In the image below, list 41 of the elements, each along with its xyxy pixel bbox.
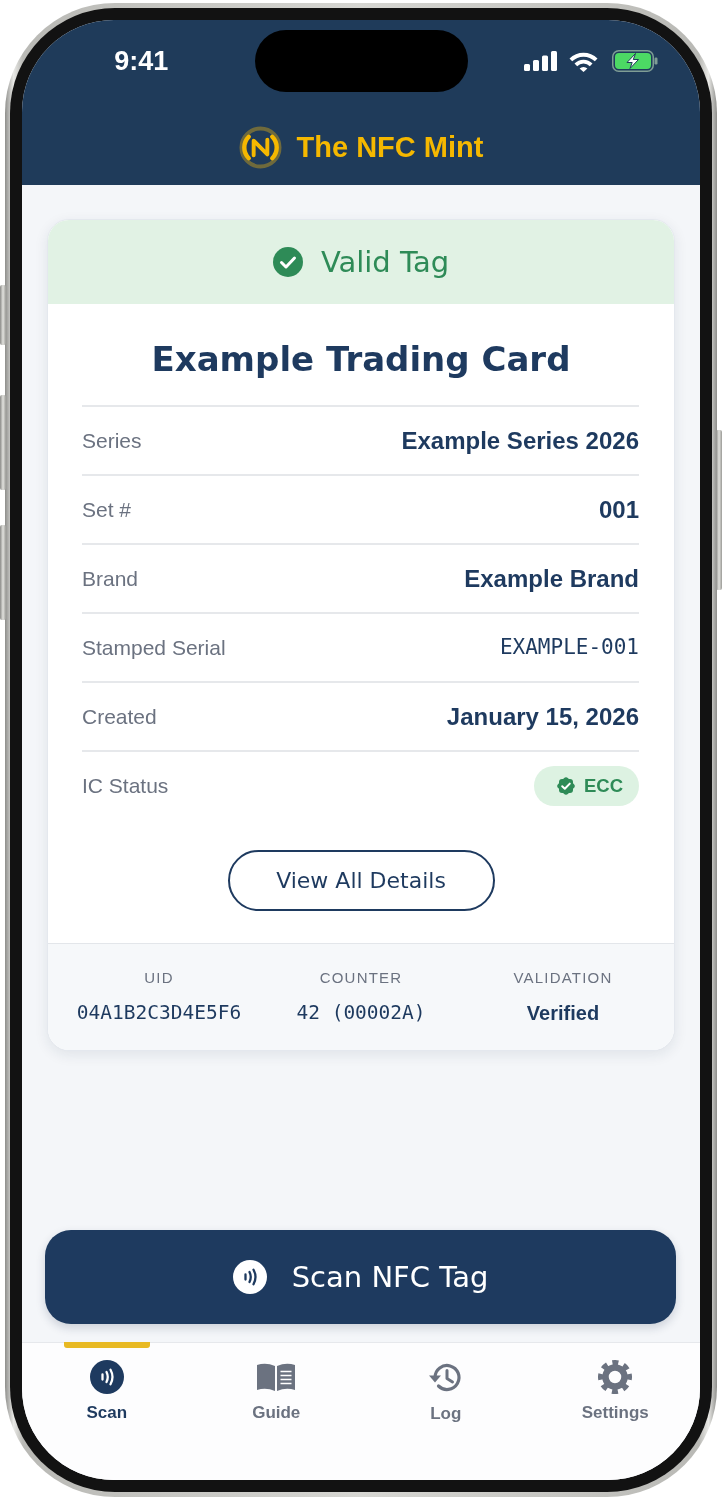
side-button[interactable] — [0, 525, 6, 620]
side-button[interactable] — [0, 395, 6, 490]
summary-value: 42 (00002A) — [296, 1000, 426, 1026]
tab-item[interactable]: Log — [361, 1343, 531, 1423]
field-label: Created — [82, 703, 157, 730]
field-value: Example Brand — [464, 564, 639, 593]
book-icon — [256, 1362, 297, 1392]
field-label: Set # — [82, 496, 132, 523]
contactless-icon — [89, 1360, 124, 1394]
battery-icon — [611, 50, 658, 72]
field-label: Brand — [82, 565, 139, 592]
card-title: Example Trading Card — [150, 338, 572, 381]
app-title: The NFC Mint — [296, 130, 484, 164]
summary-label: VALIDATION — [513, 968, 613, 988]
field-value: 001 — [598, 495, 639, 524]
side-button[interactable] — [0, 285, 6, 345]
tab-item[interactable]: Settings — [530, 1343, 700, 1423]
summary-value: Verified — [526, 1001, 600, 1026]
side-button[interactable] — [716, 430, 722, 590]
view-details-button[interactable]: View All Details — [227, 850, 495, 911]
status-time: 9:41 — [114, 45, 169, 77]
signal-icon — [523, 51, 557, 71]
badge-text: ECC — [583, 774, 623, 797]
summary-value: 04A1B2C3D4E5F6 — [76, 1000, 242, 1026]
summary-label: UID — [144, 968, 174, 988]
summary-label: COUNTER — [319, 968, 403, 988]
wifi-icon — [568, 50, 598, 72]
status-label: Valid Tag — [320, 245, 450, 279]
tab-item[interactable]: Scan — [22, 1343, 192, 1423]
contactless-icon — [232, 1260, 267, 1294]
field-value: January 15, 2026 — [446, 702, 639, 731]
field-value: EXAMPLE-001 — [499, 634, 639, 661]
field-label: Stamped Serial — [82, 634, 226, 661]
field-label: IC Status — [82, 772, 169, 799]
field-label: Series — [82, 427, 142, 454]
check-circle-icon — [272, 247, 303, 277]
ring-logo-icon — [238, 125, 282, 169]
tab-item[interactable]: Guide — [191, 1343, 361, 1423]
field-value: Example Series 2026 — [401, 426, 639, 455]
scan-button[interactable]: Scan NFC Tag — [45, 1230, 676, 1324]
settings-icon — [598, 1360, 633, 1394]
